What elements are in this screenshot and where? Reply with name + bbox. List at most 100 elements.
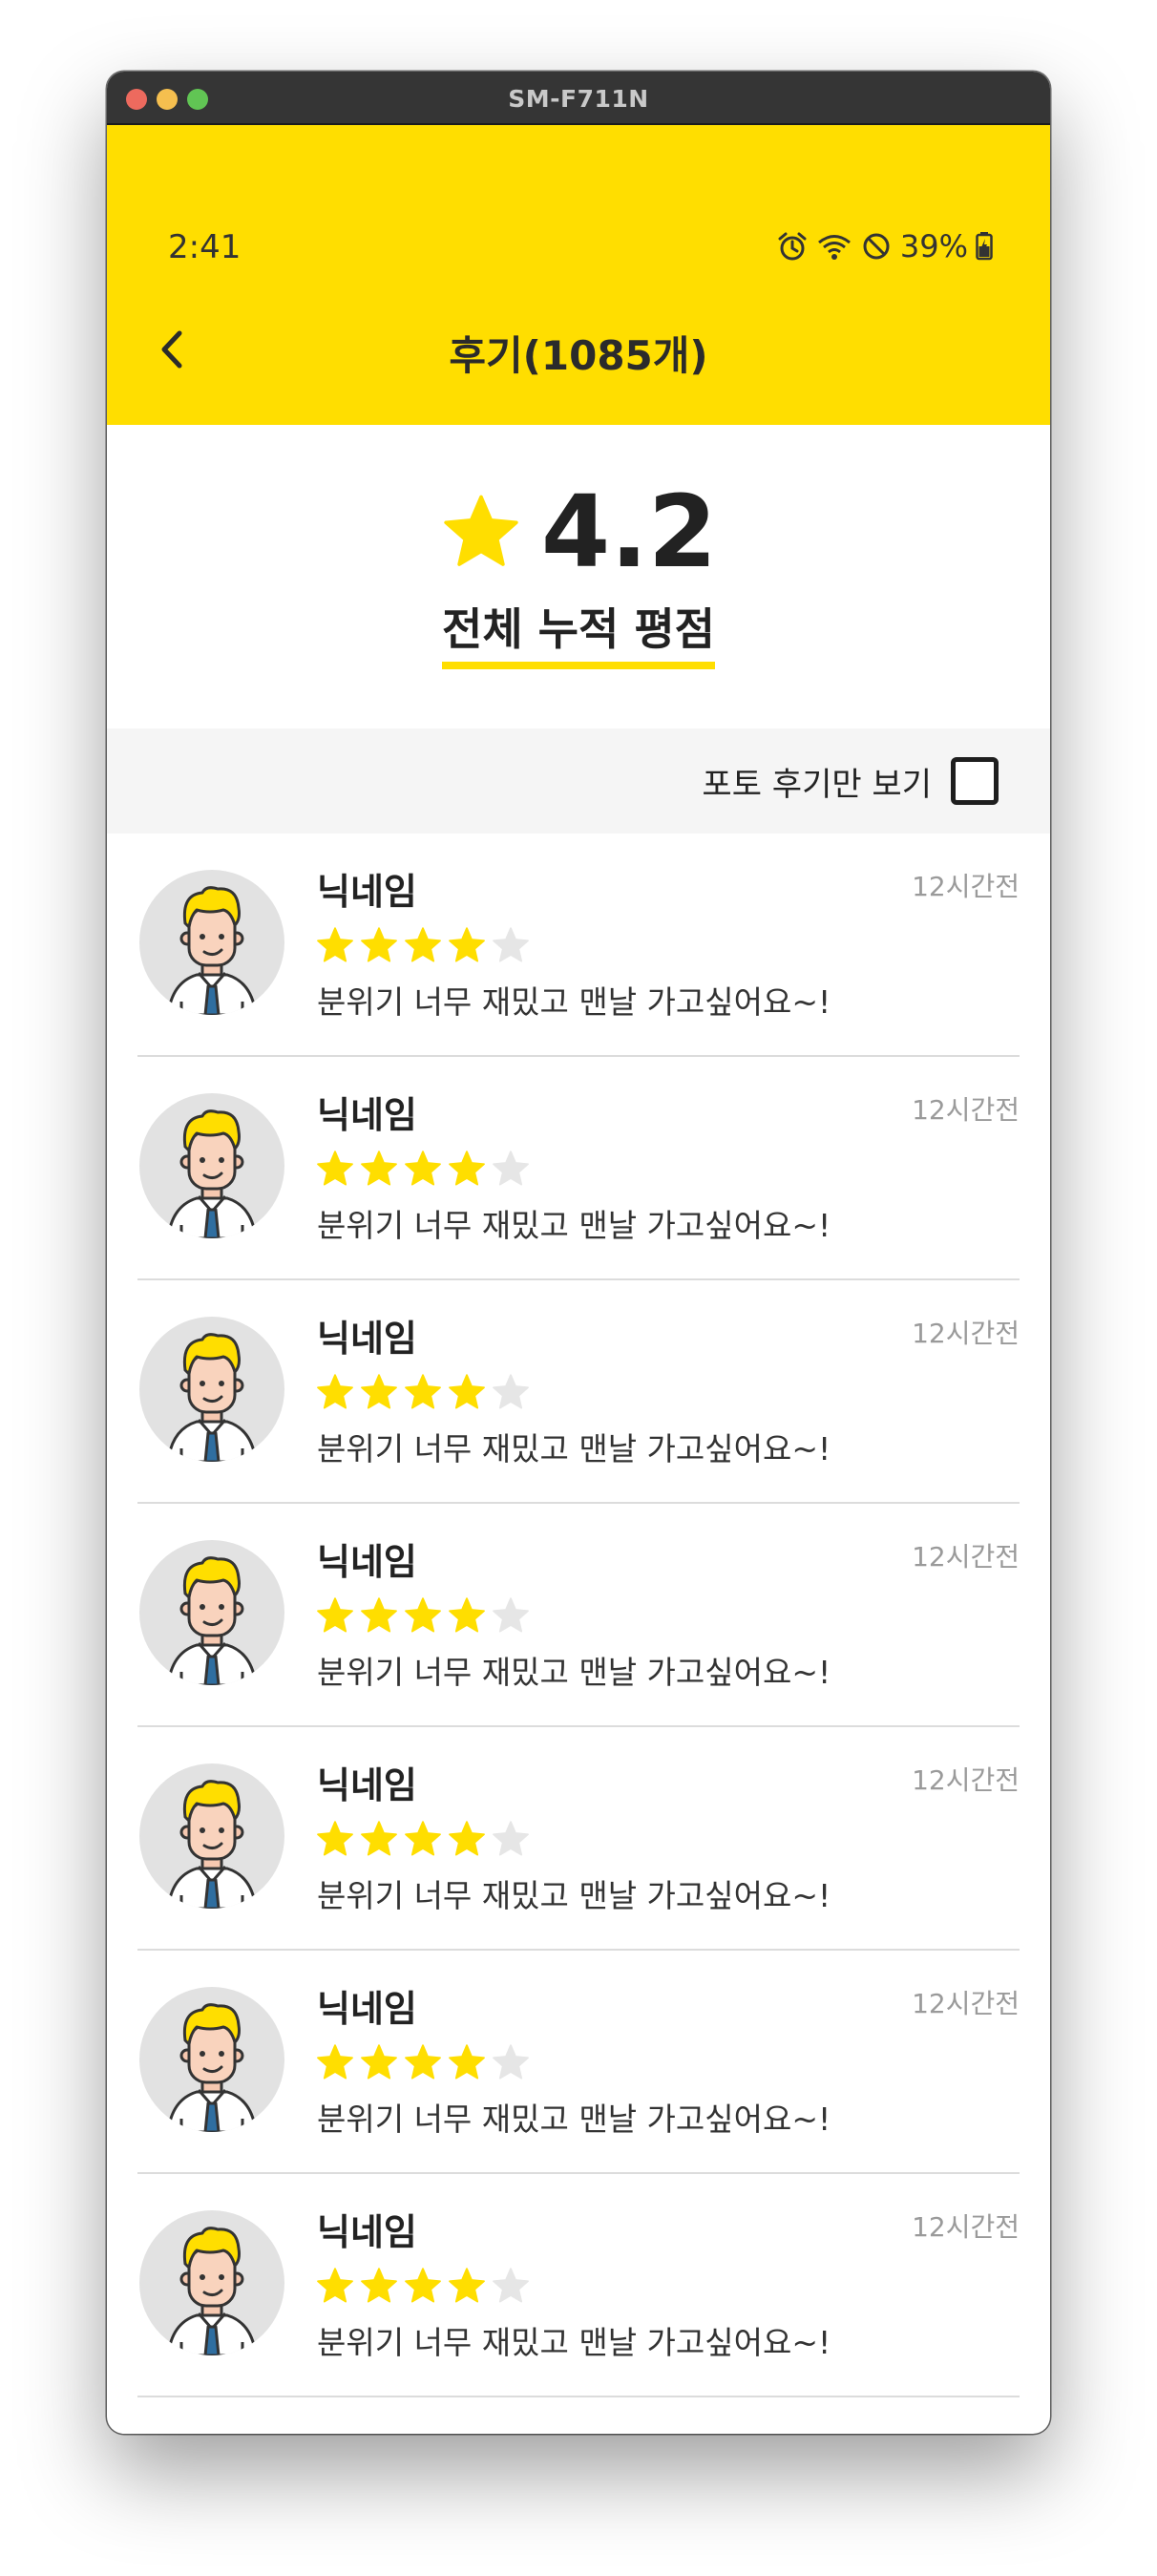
rating-caption: 전체 누적 평점 (442, 595, 715, 669)
review-nickname: 닉네임 (317, 1094, 417, 1136)
review-text: 분위기 너무 재밌고 맨날 가고싶어요~! (317, 1654, 831, 1691)
review-item[interactable]: 닉네임 12시간전 (137, 2397, 1020, 2434)
star-filled-icon (449, 1374, 485, 1409)
star-filled-icon (361, 1821, 397, 1856)
review-text: 분위기 너무 재밌고 맨날 가고싶어요~! (317, 1430, 831, 1467)
wifi-icon (816, 230, 852, 263)
review-nickname: 닉네임 (317, 2211, 417, 2253)
star-filled-icon (361, 927, 397, 962)
star-filled-icon (361, 1374, 397, 1409)
review-stars (315, 925, 531, 965)
battery-percent: 39% (899, 228, 968, 264)
user-avatar-icon (166, 1780, 258, 1909)
star-filled-icon (361, 2044, 397, 2080)
star-filled-icon (317, 1597, 353, 1633)
average-rating: 4.2 (540, 474, 718, 590)
window-title: SM-F711N (508, 85, 649, 113)
battery-charging-icon (976, 232, 993, 261)
star-filled-icon (405, 1597, 441, 1633)
avatar (139, 2210, 284, 2355)
user-avatar-icon (166, 1109, 258, 1238)
star-filled-icon (449, 2268, 485, 2303)
review-time: 12시간전 (912, 1094, 1020, 1126)
review-time: 12시간전 (912, 1541, 1020, 1573)
alarm-icon (776, 230, 809, 263)
star-filled-icon (361, 2268, 397, 2303)
page-title: 후기(1085개) (449, 332, 708, 379)
star-filled-icon (405, 927, 441, 962)
review-item[interactable]: 닉네임 12시간전 분위기 너무 재밌고 맨날 가고싶어요~! (137, 1280, 1020, 1504)
review-nickname: 닉네임 (317, 1764, 417, 1806)
review-time: 12시간전 (912, 1988, 1020, 2019)
star-empty-icon (493, 1597, 529, 1633)
user-avatar-icon (166, 1333, 258, 1462)
star-filled-icon (449, 1821, 485, 1856)
filter-bar: 포토 후기만 보기 (107, 728, 1050, 834)
user-avatar-icon (166, 1556, 258, 1685)
review-stars (315, 1595, 531, 1636)
star-filled-icon (405, 2044, 441, 2080)
star-filled-icon (449, 927, 485, 962)
photo-review-checkbox[interactable] (951, 757, 999, 805)
star-filled-icon (317, 2268, 353, 2303)
star-filled-icon (449, 2044, 485, 2080)
review-text: 분위기 너무 재밌고 맨날 가고싶어요~! (317, 2101, 831, 2138)
star-empty-icon (493, 1151, 529, 1186)
status-icons: 39% (776, 228, 993, 264)
review-list[interactable]: 닉네임 12시간전 분위기 너무 재밌고 맨날 가고싶어요~! 닉네임 12시간… (107, 834, 1050, 2434)
star-filled-icon (361, 1151, 397, 1186)
review-item[interactable]: 닉네임 12시간전 분위기 너무 재밌고 맨날 가고싶어요~! (137, 1057, 1020, 1280)
star-filled-icon (317, 1151, 353, 1186)
star-filled-icon (317, 927, 353, 962)
avatar (139, 870, 284, 1015)
review-time: 12시간전 (912, 2211, 1020, 2243)
star-empty-icon (493, 2044, 529, 2080)
review-item[interactable]: 닉네임 12시간전 분위기 너무 재밌고 맨날 가고싶어요~! (137, 2174, 1020, 2397)
avatar (139, 1093, 284, 1238)
do-not-disturb-icon (860, 230, 893, 263)
review-stars (315, 1819, 531, 1859)
app-header: 2:41 39% 후기(1085개) (107, 125, 1050, 425)
review-text: 분위기 너무 재밌고 맨날 가고싶어요~! (317, 1207, 831, 1244)
avatar (139, 1987, 284, 2132)
review-time: 12시간전 (912, 2430, 1020, 2434)
review-text: 분위기 너무 재밌고 맨날 가고싶어요~! (317, 2324, 831, 2361)
review-nickname: 닉네임 (317, 1988, 417, 2030)
review-item[interactable]: 닉네임 12시간전 분위기 너무 재밌고 맨날 가고싶어요~! (137, 1727, 1020, 1951)
star-filled-icon (405, 1151, 441, 1186)
window-titlebar: SM-F711N (107, 72, 1050, 125)
star-filled-icon (317, 1374, 353, 1409)
star-empty-icon (493, 927, 529, 962)
avatar (139, 1763, 284, 1909)
photo-review-filter[interactable]: 포토 후기만 보기 (702, 757, 999, 805)
rating-summary: 4.2 전체 누적 평점 (107, 425, 1050, 728)
review-stars (315, 2266, 531, 2306)
user-avatar-icon (166, 886, 258, 1015)
review-text: 분위기 너무 재밌고 맨날 가고싶어요~! (317, 983, 831, 1021)
avatar (139, 1317, 284, 1462)
review-time: 12시간전 (912, 871, 1020, 902)
review-item[interactable]: 닉네임 12시간전 분위기 너무 재밌고 맨날 가고싶어요~! (137, 834, 1020, 1057)
user-avatar-icon (166, 2003, 258, 2132)
star-filled-icon (405, 2268, 441, 2303)
review-item[interactable]: 닉네임 12시간전 분위기 너무 재밌고 맨날 가고싶어요~! (137, 1951, 1020, 2174)
review-stars (315, 1372, 531, 1412)
star-filled-icon (317, 2044, 353, 2080)
avatar (139, 1540, 284, 1685)
star-filled-icon (317, 1821, 353, 1856)
user-avatar-icon (166, 2227, 258, 2355)
star-empty-icon (493, 1821, 529, 1856)
star-filled-icon (405, 1821, 441, 1856)
star-empty-icon (493, 2268, 529, 2303)
photo-review-filter-label: 포토 후기만 보기 (702, 765, 932, 804)
review-item[interactable]: 닉네임 12시간전 분위기 너무 재밌고 맨날 가고싶어요~! (137, 1504, 1020, 1727)
device-window: SM-F711N 2:41 39% 후기(1085개) 4.2 전체 누적 평점… (107, 72, 1050, 2434)
star-filled-icon (361, 1597, 397, 1633)
star-icon (444, 495, 518, 566)
star-empty-icon (493, 1374, 529, 1409)
review-nickname: 닉네임 (317, 871, 417, 913)
review-stars (315, 2042, 531, 2082)
review-nickname: 닉네임 (317, 1318, 417, 1360)
status-time: 2:41 (168, 228, 242, 266)
review-nickname: 닉네임 (317, 1541, 417, 1583)
